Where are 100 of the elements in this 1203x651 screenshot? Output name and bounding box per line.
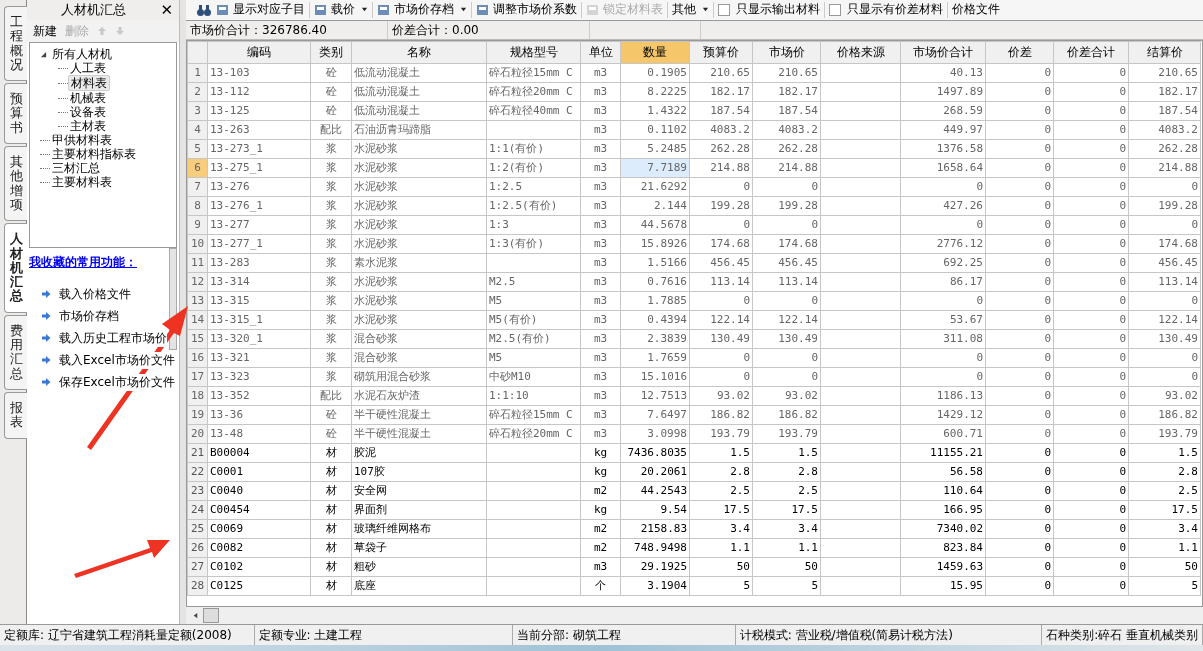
favorite-link[interactable]: 保存Excel市场价文件 [59, 373, 175, 391]
table-cell: 水泥砂浆 [351, 291, 487, 311]
arrow-icon [41, 311, 51, 321]
table-cell: 174.68 [752, 234, 821, 254]
table-cell: 600.71 [900, 424, 986, 444]
column-header[interactable]: 价差 [985, 41, 1054, 64]
column-header[interactable]: 规格型号 [486, 41, 581, 64]
table-cell: 半干硬性混凝土 [351, 424, 487, 444]
column-header[interactable]: 类别 [310, 41, 352, 64]
table-cell: m3 [580, 215, 621, 235]
column-header[interactable]: 名称 [351, 41, 487, 64]
dropdown-caret-icon[interactable] [702, 6, 709, 14]
table-cell: 748.9498 [620, 538, 690, 558]
favorite-link[interactable]: 载入历史工程市场价 [59, 329, 167, 347]
table-cell: 2.8 [1128, 462, 1201, 482]
table-cell: 0 [985, 120, 1054, 140]
splitter[interactable] [179, 0, 186, 624]
toolbar-button[interactable]: 载价 [314, 1, 368, 19]
table-cell: 174.68 [1128, 234, 1201, 254]
checkbox-label: 只显示有价差材料 [847, 1, 943, 19]
side-tab[interactable]: 其他增项 [4, 146, 28, 222]
table-cell: 113.14 [1128, 272, 1201, 292]
table-cell: 3.0998 [620, 424, 690, 444]
table-cell: 0 [1128, 177, 1201, 197]
column-header[interactable]: 市场价 [752, 41, 821, 64]
tree-item[interactable]: 材料表 [68, 75, 110, 91]
table-cell: 7.6497 [620, 405, 690, 425]
tree-item[interactable]: 机械表 [68, 91, 108, 105]
tree-item[interactable]: 主材表 [68, 119, 108, 133]
tree-item[interactable]: 主要材料指标表 [50, 147, 138, 161]
table-cell: m3 [580, 63, 621, 83]
toolbar-button[interactable]: 显示对应子目 [216, 1, 305, 19]
table-cell: 210.65 [1128, 63, 1201, 83]
table-cell: 122.14 [689, 310, 753, 330]
table-cell: 0 [1053, 557, 1129, 577]
column-header[interactable]: 市场价合计 [900, 41, 986, 64]
side-tab[interactable]: 费用汇总 [4, 314, 28, 390]
column-header[interactable]: 单位 [580, 41, 621, 64]
table-cell: 0 [1053, 139, 1129, 159]
table-cell: m3 [580, 386, 621, 406]
table-cell: 混合砂浆 [351, 329, 487, 349]
table-cell: 17.5 [689, 500, 753, 520]
toolbar-button[interactable]: 价格文件 [952, 1, 1000, 19]
table-cell: 13-315 [207, 291, 311, 311]
table-cell: 1:2.5(有价) [486, 196, 581, 216]
table-cell: m3 [580, 120, 621, 140]
tree-item[interactable]: 设备表 [68, 105, 108, 119]
tree-item[interactable]: 主要材料表 [50, 175, 114, 189]
column-header[interactable]: 价格来源 [820, 41, 901, 64]
scroll-left-icon[interactable] [192, 612, 199, 619]
favorite-link[interactable]: 载入Excel市场价文件 [59, 351, 175, 369]
side-tab[interactable]: 工程概况 [4, 6, 28, 82]
expand-toggle-icon[interactable] [40, 50, 47, 58]
table-cell: 0 [900, 291, 986, 311]
tree-item[interactable]: 人工表 [68, 61, 108, 75]
table-cell: C0001 [207, 462, 311, 482]
toolbar-button[interactable]: 市场价存档 [377, 1, 467, 19]
dropdown-caret-icon[interactable] [460, 6, 467, 14]
table-cell: 0 [1053, 272, 1129, 292]
table-cell: 1.5 [1128, 443, 1201, 463]
tree-item[interactable]: 甲供材料表 [50, 133, 114, 147]
binoculars-icon[interactable] [196, 2, 212, 18]
table-cell: 安全网 [351, 481, 487, 501]
panel-action[interactable]: 新建 [33, 22, 57, 40]
table-cell: 0 [689, 348, 753, 368]
column-header[interactable]: 数量 [620, 41, 690, 64]
table-cell: 0 [900, 367, 986, 387]
checkbox[interactable] [829, 4, 841, 16]
column-header[interactable]: 编码 [207, 41, 311, 64]
table-cell: m2 [580, 519, 621, 539]
table-cell: 碎石粒径40mm C [486, 101, 581, 121]
scrollbar-thumb[interactable] [203, 608, 219, 623]
tree-item[interactable]: 三材汇总 [50, 161, 102, 175]
toolbar-button[interactable]: 调整市场价系数 [476, 1, 577, 19]
table-cell: 0 [689, 367, 753, 387]
table-cell: 浆 [310, 177, 352, 197]
table-cell: m3 [580, 82, 621, 102]
table-cell: 0 [1128, 291, 1201, 311]
table-cell: 0 [752, 291, 821, 311]
table-cell: C0082 [207, 538, 311, 558]
side-tab[interactable]: 人材机汇总 [4, 223, 28, 313]
checkbox[interactable] [718, 4, 730, 16]
column-header[interactable]: 结算价 [1128, 41, 1201, 64]
table-cell: 0 [1128, 367, 1201, 387]
close-icon[interactable]: ✕ [160, 1, 173, 19]
table-cell: 0 [985, 367, 1054, 387]
favorite-link[interactable]: 载入价格文件 [59, 285, 131, 303]
side-tab[interactable]: 报表 [4, 391, 28, 439]
side-tab[interactable]: 预算书 [4, 83, 28, 145]
document-icon [216, 3, 230, 17]
menu-button[interactable]: 其他 [672, 1, 709, 19]
column-header[interactable]: 预算价 [689, 41, 753, 64]
table-cell: 0 [1053, 234, 1129, 254]
table-cell: 配比 [310, 386, 352, 406]
favorite-link[interactable]: 市场价存档 [59, 307, 119, 325]
table-cell: 混合砂浆 [351, 348, 487, 368]
table-cell: C0040 [207, 481, 311, 501]
tree-item[interactable]: 所有人材机 [50, 47, 114, 61]
dropdown-caret-icon[interactable] [361, 6, 368, 14]
column-header[interactable]: 价差合计 [1053, 41, 1129, 64]
